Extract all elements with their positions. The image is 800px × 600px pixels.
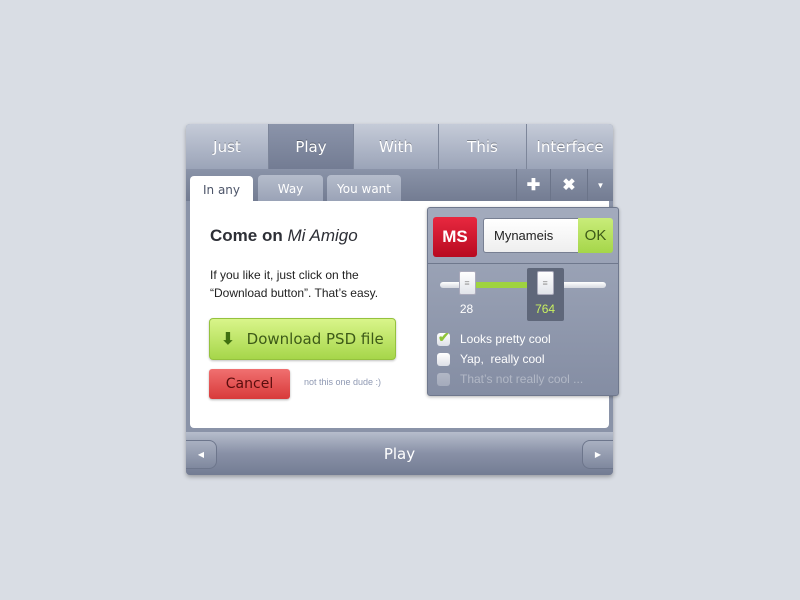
bottom-label: Play	[383, 444, 416, 463]
high-value-label: 764	[535, 302, 556, 316]
logo-text: MS	[442, 227, 468, 246]
checkbox[interactable]: ✔	[437, 329, 450, 346]
tab-this[interactable]: This	[439, 124, 527, 169]
tab-play[interactable]: Play	[269, 124, 354, 169]
subtab-you-want[interactable]: You want	[327, 175, 401, 202]
name-input[interactable]: Mynameis	[483, 218, 578, 253]
ok-button[interactable]: OK	[578, 218, 613, 253]
download-arrow-icon: ⬇	[221, 331, 235, 348]
checkbox-looks-pretty-cool[interactable]: ✔ Looks pretty cool	[437, 329, 551, 346]
subtab-way[interactable]: Way	[258, 175, 323, 202]
plus-icon[interactable]: ✚	[516, 169, 550, 201]
checkbox-label: That’s not really cool ...	[460, 372, 584, 386]
body-line: “Download button”. That’s easy.	[210, 286, 379, 300]
checkbox[interactable]	[437, 352, 450, 366]
settings-popup: MS Mynameis OK ≡ ≡ 28 764 ✔ Looks pretty…	[427, 207, 619, 396]
close-icon[interactable]: ✖	[550, 169, 587, 201]
checkmark-icon: ✔	[438, 328, 450, 345]
divider	[428, 263, 618, 264]
low-value-label: 28	[459, 302, 474, 316]
download-label: Download PSD file	[246, 330, 384, 348]
low-slider-thumb[interactable]: ≡	[458, 271, 476, 295]
tab-with[interactable]: With	[354, 124, 439, 169]
checkbox-not-really-cool: That’s not really cool ...	[437, 372, 583, 386]
sub-tab-bar: In any Way You want ✚ ✖ ▼	[186, 169, 613, 203]
high-slider-thumb[interactable]: ≡	[536, 271, 554, 295]
download-button[interactable]: ⬇ Download PSD file	[209, 318, 396, 360]
bottom-bar: ◀ Play ▶	[186, 432, 613, 475]
title-italic: Mi Amigo	[287, 226, 358, 245]
cancel-note: not this one dude :)	[304, 377, 382, 387]
checkbox-label: Yap, really cool	[460, 352, 545, 366]
content-title: Come on Mi Amigo	[210, 226, 358, 246]
cancel-button[interactable]: Cancel	[209, 369, 290, 399]
tab-just[interactable]: Just	[186, 124, 269, 169]
next-arrow-icon[interactable]: ▶	[582, 440, 613, 469]
body-line: If you like it, just click on the	[210, 268, 359, 282]
checkbox-yap-really-cool[interactable]: Yap, really cool	[437, 352, 545, 366]
previous-arrow-icon[interactable]: ◀	[186, 440, 217, 469]
checkbox	[437, 372, 450, 386]
title-bold: Come on	[210, 226, 283, 245]
chevron-down-icon[interactable]: ▼	[587, 169, 613, 201]
subtab-in-any[interactable]: In any	[190, 176, 253, 203]
ms-logo: MS	[433, 217, 477, 257]
content-body: If you like it, just click on the “Downl…	[210, 266, 378, 302]
checkbox-label: Looks pretty cool	[460, 332, 551, 346]
tab-interface[interactable]: Interface	[527, 124, 613, 169]
